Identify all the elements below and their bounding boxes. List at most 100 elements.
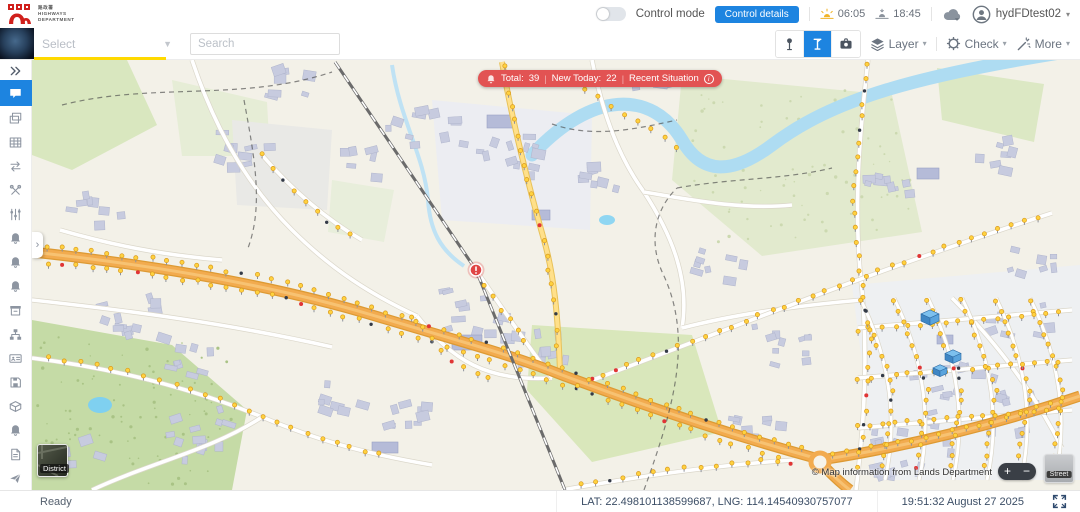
sidebar-item-alerts[interactable] xyxy=(0,418,32,442)
chevron-down-icon: ▾ xyxy=(923,39,927,48)
map-area: Total: 39 | New Today: 22 | Recent Situati… xyxy=(32,60,1080,490)
sidebar-item-package[interactable] xyxy=(0,394,32,418)
control-details-button[interactable]: Control details xyxy=(715,6,799,23)
sunset-icon xyxy=(875,8,889,20)
save-icon xyxy=(8,375,23,390)
total-value: 39 xyxy=(529,73,540,84)
file-icon xyxy=(8,447,23,462)
sidebar-item-archive[interactable] xyxy=(0,298,32,322)
left-sidebar xyxy=(0,60,32,490)
sliders-icon xyxy=(8,207,23,222)
bell-icon xyxy=(8,231,23,246)
check-button[interactable]: Check ▾ xyxy=(946,36,1007,51)
bell-icon xyxy=(8,423,23,438)
more-button[interactable]: More ▾ xyxy=(1016,37,1070,51)
lamppost-button[interactable] xyxy=(804,31,832,57)
sidebar-item-sitemap[interactable] xyxy=(0,322,32,346)
search-box xyxy=(190,33,340,55)
new-today-label: New Today: xyxy=(552,73,601,84)
bell-icon xyxy=(8,255,23,270)
wand-icon xyxy=(1016,37,1031,51)
camera-button[interactable] xyxy=(832,31,860,57)
cursor-coordinates: LAT: 22.498101138599687, LNG: 114.145409… xyxy=(556,491,877,512)
layer-button[interactable]: Layer ▾ xyxy=(870,37,927,51)
sidebar-item-sliders[interactable] xyxy=(0,202,32,226)
sidebar-expand-button[interactable] xyxy=(0,62,32,80)
comment-icon xyxy=(8,86,23,101)
archive-icon xyxy=(8,303,23,318)
divider xyxy=(931,7,932,21)
sidebar-item-windows[interactable] xyxy=(0,106,32,130)
sunrise-time: 06:05 xyxy=(820,8,866,20)
status-datetime: 19:51:32 August 27 2025 xyxy=(877,491,1048,512)
sunset-value: 18:45 xyxy=(893,8,921,20)
sidebar-item-document[interactable] xyxy=(0,442,32,466)
sidebar-item-data-grid[interactable] xyxy=(0,130,32,154)
package-icon xyxy=(8,399,23,414)
user-menu[interactable]: hydFDtest02 ▾ xyxy=(972,5,1070,24)
sidebar-item-notifications[interactable] xyxy=(0,274,32,298)
incident-summary-badge[interactable]: Total: 39 | New Today: 22 | Recent Situati… xyxy=(478,70,722,87)
streetlight-button[interactable] xyxy=(776,31,804,57)
sidebar-item-save[interactable] xyxy=(0,370,32,394)
new-today-value: 22 xyxy=(606,73,617,84)
control-mode-toggle[interactable] xyxy=(596,7,626,21)
district-select[interactable]: Select ▼ xyxy=(34,28,180,59)
fullscreen-icon xyxy=(1052,494,1067,509)
hyd-logo-mark xyxy=(8,3,33,26)
divider xyxy=(809,7,810,21)
active-module-indicator xyxy=(34,57,166,60)
total-label: Total: xyxy=(501,73,524,84)
divider: | xyxy=(622,74,624,84)
gear-icon xyxy=(946,36,961,51)
status-ready: Ready xyxy=(40,496,72,508)
avatar-icon xyxy=(972,5,991,24)
map-svg xyxy=(32,60,1080,490)
divider xyxy=(936,37,937,51)
zoom-in-button[interactable]: + xyxy=(998,464,1017,479)
district-thumbnail-label: District xyxy=(40,464,69,473)
app-header: 路政署 HIGHWAYS DEPARTMENT Control mode Con… xyxy=(0,0,1080,28)
weather-cloud-icon[interactable] xyxy=(942,7,962,22)
control-mode-label: Control mode xyxy=(636,8,705,20)
divider: | xyxy=(544,74,546,84)
fullscreen-button[interactable] xyxy=(1052,494,1067,509)
globe-thumbnail[interactable] xyxy=(0,28,34,59)
swap-icon xyxy=(8,159,23,174)
sidebar-item-tools[interactable] xyxy=(0,178,32,202)
username: hydFDtest02 xyxy=(996,8,1061,20)
street-thumbnail-label: Street xyxy=(1047,471,1072,478)
sitemap-icon xyxy=(8,327,23,342)
panel-expand-handle[interactable]: › xyxy=(32,232,43,258)
sidebar-item-bell[interactable] xyxy=(0,250,32,274)
basemap-street-thumbnail[interactable]: Street xyxy=(1044,454,1074,483)
sidebar-item-swap[interactable] xyxy=(0,154,32,178)
search-input[interactable] xyxy=(198,38,352,50)
chevron-down-icon: ▾ xyxy=(1003,39,1007,48)
sidebar-item-id-card[interactable] xyxy=(0,346,32,370)
idcard-icon xyxy=(8,351,23,366)
sunrise-icon xyxy=(820,8,834,20)
map-attribution: © Map information from Lands Department xyxy=(812,467,992,478)
sidebar-item-alarm[interactable] xyxy=(0,226,32,250)
select-placeholder: Select xyxy=(42,37,75,51)
sidebar-item-map-panel[interactable] xyxy=(0,80,32,106)
marker-type-switch xyxy=(775,30,861,58)
logo-en2: DEPARTMENT xyxy=(38,17,75,23)
chevron-double-right-icon xyxy=(9,65,22,77)
sidebar-item-send[interactable] xyxy=(0,466,32,490)
check-label: Check xyxy=(965,37,999,51)
zoom-control: + − xyxy=(998,463,1036,480)
tools-icon xyxy=(8,183,23,198)
hyd-logo-text: 路政署 HIGHWAYS DEPARTMENT xyxy=(38,5,75,23)
layer-label: Layer xyxy=(889,37,919,51)
sunset-time: 18:45 xyxy=(875,8,921,20)
alarm-icon xyxy=(486,74,496,84)
map-canvas[interactable] xyxy=(32,60,1080,490)
basemap-district-thumbnail[interactable]: District xyxy=(37,444,68,477)
chevron-down-icon: ▼ xyxy=(163,39,172,49)
recent-situation-label: Recent Situation xyxy=(629,73,699,84)
info-icon[interactable]: i xyxy=(704,74,714,84)
zoom-out-button[interactable]: − xyxy=(1017,464,1036,479)
sunrise-value: 06:05 xyxy=(838,8,866,20)
